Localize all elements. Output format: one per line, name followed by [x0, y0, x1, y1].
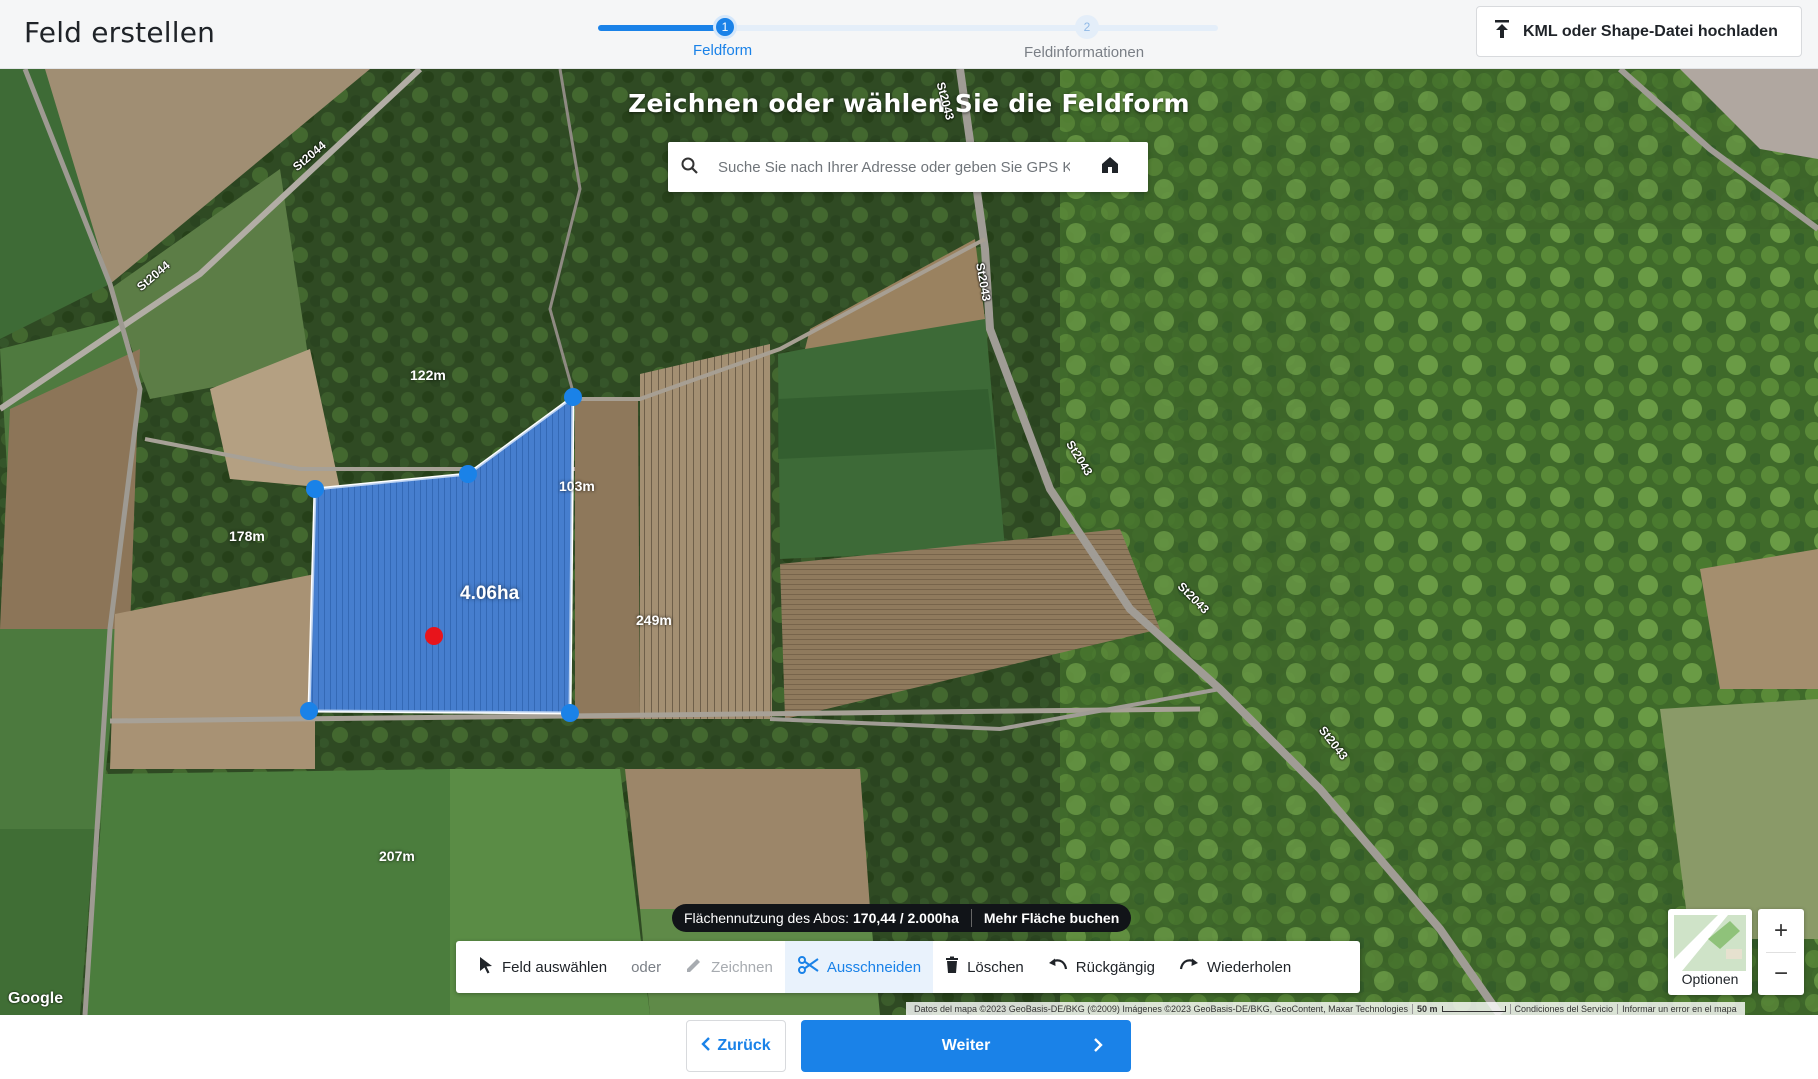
draw-tool[interactable]: Zeichnen [673, 941, 785, 993]
page-title: Feld erstellen [24, 16, 216, 49]
step-1-dot[interactable]: 1 [713, 15, 737, 39]
vertex-handle [306, 480, 324, 498]
pencil-icon [685, 956, 703, 978]
upload-button-label: KML oder Shape-Datei hochladen [1523, 22, 1778, 40]
app: Feld erstellen 1 2 Feldform Feldinformat… [0, 0, 1818, 1079]
vertex-handle [564, 388, 582, 406]
redo-tool[interactable]: Wiederholen [1167, 941, 1303, 993]
undo-label: Rückgängig [1075, 958, 1155, 976]
or-separator: oder [631, 958, 662, 976]
redo-label: Wiederholen [1207, 958, 1292, 976]
drawing-toolbar: Feld auswählen oder Zeichnen Ausschneide… [456, 941, 1360, 993]
header: Feld erstellen 1 2 Feldform Feldinformat… [0, 0, 1818, 69]
delete-tool[interactable]: Löschen [933, 941, 1036, 993]
step-2-dot[interactable]: 2 [1075, 15, 1099, 39]
home-icon[interactable] [1100, 155, 1120, 180]
distance-label: 249m [636, 612, 672, 628]
options-label: Optionen [1681, 971, 1739, 987]
select-field-label: Feld auswählen [502, 958, 608, 976]
zoom-control: + − [1758, 909, 1804, 995]
center-marker [425, 627, 443, 645]
map-attribution: Datos del mapa ©2023 GeoBasis-DE/BKG (©2… [906, 1002, 1745, 1015]
search-input[interactable] [718, 150, 1070, 184]
vertex-handle [561, 704, 579, 722]
upload-icon [1493, 19, 1511, 44]
usage-label: Flächennutzung des Abos: [684, 910, 850, 926]
delete-label: Löschen [967, 958, 1024, 976]
cut-tool[interactable]: Ausschneiden [784, 941, 934, 993]
stepper: 1 2 Feldform Feldinformationen [598, 14, 1218, 64]
usage-divider [970, 909, 972, 927]
draw-label: Zeichnen [711, 958, 773, 976]
select-field-tool[interactable]: Feld auswählen [466, 941, 619, 993]
polygon-vertices[interactable] [0, 69, 1818, 1015]
zoom-in-button[interactable]: + [1758, 909, 1804, 952]
footer: Zurück Weiter [0, 1015, 1818, 1079]
scissors-icon [797, 956, 819, 978]
upload-file-button[interactable]: KML oder Shape-Datei hochladen [1476, 6, 1802, 57]
zoom-out-button[interactable]: − [1758, 952, 1804, 995]
step-progress [598, 25, 726, 31]
undo-tool[interactable]: Rückgängig [1036, 941, 1167, 993]
distance-label: 207m [379, 848, 415, 864]
map[interactable]: Zeichnen oder wählen Sie die Feldform 12… [0, 69, 1818, 1015]
vertex-handle [459, 465, 477, 483]
usage-pill: Flächennutzung des Abos: 170,44 / 2.000h… [672, 904, 1132, 932]
redo-icon [1179, 958, 1199, 976]
undo-icon [1048, 958, 1068, 976]
distance-label: 178m [229, 528, 265, 544]
vertex-handle [300, 702, 318, 720]
distance-label: 103m [559, 478, 595, 494]
back-button[interactable]: Zurück [686, 1020, 786, 1072]
trash-icon [945, 956, 959, 978]
map-options-button[interactable]: Optionen [1668, 909, 1752, 995]
google-logo[interactable]: Google [8, 990, 63, 1008]
step-1-label[interactable]: Feldform [693, 42, 752, 59]
terms-link[interactable]: Condiciones del Servicio [1509, 1003, 1618, 1014]
cut-label: Ausschneiden [826, 958, 922, 976]
cursor-icon [478, 956, 494, 978]
report-error-link[interactable]: Informar un error en el mapa [1617, 1003, 1741, 1014]
usage-value: 170,44 / 2.000ha [853, 910, 959, 926]
back-label: Zurück [717, 1037, 771, 1054]
chevron-left-icon [701, 1036, 711, 1056]
attribution-data: Datos del mapa ©2023 GeoBasis-DE/BKG (©2… [914, 1003, 1408, 1014]
buy-more-area-link[interactable]: Mehr Fläche buchen [984, 910, 1119, 926]
scale-indicator[interactable]: 50 m [1411, 1003, 1510, 1014]
next-button[interactable]: Weiter [801, 1020, 1131, 1072]
chevron-right-icon [1093, 1038, 1103, 1057]
search-icon [680, 156, 700, 181]
map-heading: Zeichnen oder wählen Sie die Feldform [628, 89, 1190, 118]
area-label: 4.06ha [460, 583, 520, 604]
step-2-label[interactable]: Feldinformationen [1024, 44, 1144, 61]
search-box[interactable] [668, 142, 1148, 192]
distance-label: 122m [410, 367, 446, 383]
next-label: Weiter [941, 1037, 991, 1054]
